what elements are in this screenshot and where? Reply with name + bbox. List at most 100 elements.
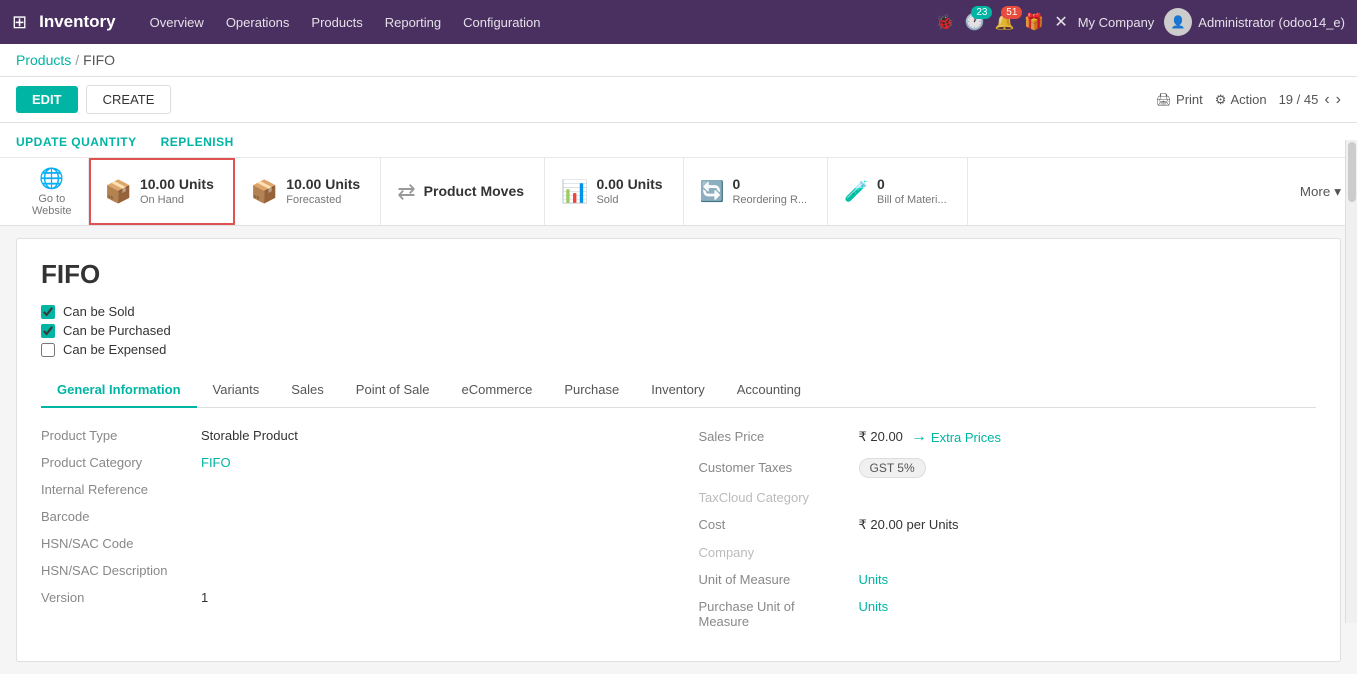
forecasted-button[interactable]: 📦 10.00 Units Forecasted <box>235 158 381 225</box>
extra-prices-link[interactable]: → Extra Prices <box>911 428 1001 446</box>
stat-buttons-row: 🌐 Go toWebsite 📦 10.00 Units On Hand 📦 1… <box>0 158 1357 225</box>
clock-badge: 23 <box>971 6 992 19</box>
bom-text: 0 Bill of Materi... <box>877 175 947 207</box>
bom-button[interactable]: 🧪 0 Bill of Materi... <box>828 158 968 225</box>
hsn-desc-row: HSN/SAC Description <box>41 563 659 578</box>
company-label: Company <box>699 545 849 560</box>
top-navigation: ⊞ Inventory Overview Operations Products… <box>0 0 1357 44</box>
customer-taxes-label: Customer Taxes <box>699 460 849 475</box>
on-hand-button[interactable]: 📦 10.00 Units On Hand <box>89 158 235 225</box>
purchase-uom-value[interactable]: Units <box>859 599 889 614</box>
create-button[interactable]: CREATE <box>86 85 172 114</box>
product-type-value: Storable Product <box>201 428 298 443</box>
tab-variants[interactable]: Variants <box>197 373 276 408</box>
tab-accounting[interactable]: Accounting <box>721 373 817 408</box>
tab-inventory[interactable]: Inventory <box>635 373 720 408</box>
close-icon[interactable]: ✕ <box>1054 12 1067 32</box>
action-button[interactable]: ⚙ Action <box>1215 92 1267 108</box>
product-moves-text: Product Moves <box>424 182 524 200</box>
print-button[interactable]: 🖨 Print <box>1156 92 1203 108</box>
tab-purchase[interactable]: Purchase <box>548 373 635 408</box>
main-content: FIFO Can be Sold Can be Purchased Can be… <box>16 238 1341 662</box>
bug-icon[interactable]: 🐞 <box>936 13 955 31</box>
menu-configuration[interactable]: Configuration <box>453 9 550 36</box>
uom-value[interactable]: Units <box>859 572 889 587</box>
purchase-uom-row: Purchase Unit ofMeasure Units <box>699 599 1317 629</box>
internal-ref-row: Internal Reference <box>41 482 659 497</box>
reordering-text: 0 Reordering R... <box>732 175 807 207</box>
can-be-purchased-label: Can be Purchased <box>63 323 171 338</box>
can-be-sold-label: Can be Sold <box>63 304 135 319</box>
customer-taxes-row: Customer Taxes GST 5% <box>699 458 1317 478</box>
hsn-sac-label: HSN/SAC Code <box>41 536 191 551</box>
smart-links-bar: UPDATE QUANTITY REPLENISH <box>0 123 1357 158</box>
sales-price-label: Sales Price <box>699 429 849 444</box>
tab-point-of-sale[interactable]: Point of Sale <box>340 373 446 408</box>
tab-sales[interactable]: Sales <box>275 373 340 408</box>
breadcrumb-parent[interactable]: Products <box>16 52 71 68</box>
tabs-bar: General Information Variants Sales Point… <box>41 373 1316 408</box>
grid-menu-icon[interactable]: ⊞ <box>12 12 27 33</box>
globe-icon: 🌐 <box>39 166 64 191</box>
clock-icon[interactable]: 🕐 23 <box>965 12 985 32</box>
menu-products[interactable]: Products <box>301 9 372 36</box>
menu-reporting[interactable]: Reporting <box>375 9 451 36</box>
scroll-thumb[interactable] <box>1348 142 1356 202</box>
tab-ecommerce[interactable]: eCommerce <box>446 373 549 408</box>
barcode-row: Barcode <box>41 509 659 524</box>
on-hand-icon: 📦 <box>105 179 132 205</box>
cost-value: ₹ 20.00 per Units <box>859 517 959 533</box>
general-info-section: Product Type Storable Product Product Ca… <box>17 408 1340 661</box>
can-be-expensed-checkbox[interactable] <box>41 343 55 357</box>
company-row: Company <box>699 545 1317 560</box>
menu-operations[interactable]: Operations <box>216 9 300 36</box>
sales-price-value: ₹ 20.00 <box>859 429 903 445</box>
barcode-label: Barcode <box>41 509 191 524</box>
product-category-label: Product Category <box>41 455 191 470</box>
replenish-link[interactable]: REPLENISH <box>161 127 246 157</box>
action-bar: EDIT CREATE 🖨 Print ⚙ Action 19 / 45 ‹ › <box>0 77 1357 123</box>
right-column: Sales Price ₹ 20.00 → Extra Prices Custo… <box>699 428 1317 641</box>
units-sold-icon: 📊 <box>561 179 588 205</box>
arrow-icon: → <box>911 428 927 446</box>
product-category-row: Product Category FIFO <box>41 455 659 470</box>
go-to-website-button[interactable]: 🌐 Go toWebsite <box>16 158 89 225</box>
user-menu[interactable]: 👤 Administrator (odoo14_e) <box>1164 8 1345 36</box>
top-menu: Overview Operations Products Reporting C… <box>140 9 930 36</box>
version-row: Version 1 <box>41 590 659 605</box>
product-category-value[interactable]: FIFO <box>201 455 231 470</box>
pagination: 19 / 45 ‹ › <box>1279 91 1341 109</box>
scrollbar[interactable] <box>1345 140 1357 623</box>
gst-badge[interactable]: GST 5% <box>859 458 926 478</box>
taxcloud-row: TaxCloud Category <box>699 490 1317 505</box>
product-moves-button[interactable]: ⇄ Product Moves <box>381 158 545 225</box>
update-quantity-link[interactable]: UPDATE QUANTITY <box>16 127 149 157</box>
internal-ref-label: Internal Reference <box>41 482 191 497</box>
menu-overview[interactable]: Overview <box>140 9 214 36</box>
hsn-desc-label: HSN/SAC Description <box>41 563 191 578</box>
forecasted-icon: 📦 <box>251 179 278 205</box>
uom-label: Unit of Measure <box>699 572 849 587</box>
tab-general-information[interactable]: General Information <box>41 373 197 408</box>
bell-icon[interactable]: 🔔 51 <box>994 12 1014 32</box>
next-page-button[interactable]: › <box>1336 91 1341 109</box>
printer-icon: 🖨 <box>1156 92 1173 108</box>
version-label: Version <box>41 590 191 605</box>
product-title: FIFO <box>17 239 1340 302</box>
can-be-purchased-checkbox[interactable] <box>41 324 55 338</box>
units-sold-button[interactable]: 📊 0.00 Units Sold <box>545 158 684 225</box>
chevron-down-icon: ▾ <box>1334 184 1341 200</box>
can-be-sold-row: Can be Sold <box>17 302 1340 321</box>
can-be-sold-checkbox[interactable] <box>41 305 55 319</box>
reordering-button[interactable]: 🔄 0 Reordering R... <box>684 158 829 225</box>
product-moves-icon: ⇄ <box>397 179 415 205</box>
left-column: Product Type Storable Product Product Ca… <box>41 428 659 641</box>
gift-icon[interactable]: 🎁 <box>1024 12 1044 32</box>
user-avatar: 👤 <box>1164 8 1192 36</box>
product-type-label: Product Type <box>41 428 191 443</box>
forecasted-text: 10.00 Units Forecasted <box>286 175 360 207</box>
edit-button[interactable]: EDIT <box>16 86 78 113</box>
sales-price-row: Sales Price ₹ 20.00 → Extra Prices <box>699 428 1317 446</box>
price-row: ₹ 20.00 → Extra Prices <box>859 428 1002 446</box>
prev-page-button[interactable]: ‹ <box>1324 91 1329 109</box>
